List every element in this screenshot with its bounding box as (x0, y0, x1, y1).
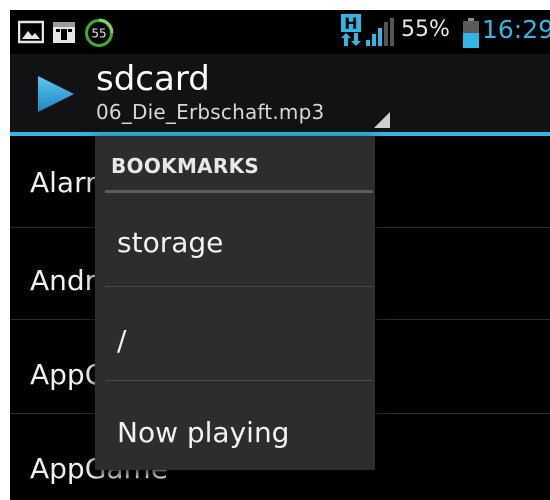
action-bar: sdcard 06_Die_Erbschaft.mp3 (10, 54, 550, 132)
menu-item-now-playing[interactable]: Now playing (95, 382, 375, 474)
menu-item-label: / (117, 324, 127, 357)
timer-badge-text: 55 (91, 27, 106, 41)
menu-item-label: storage (117, 226, 224, 259)
clock: 16:29 (482, 15, 550, 44)
dropdown-triangle-icon[interactable] (374, 112, 390, 132)
action-bar-title[interactable]: sdcard (96, 60, 210, 98)
menu-divider (105, 380, 373, 381)
menu-item-label: Now playing (117, 416, 290, 449)
calendar-icon (52, 20, 76, 48)
picture-icon (17, 20, 45, 48)
timer-55-icon: 55 (84, 18, 114, 52)
menu-divider (105, 286, 373, 287)
bookmarks-menu: BOOKMARKS storage / Now playing (95, 136, 375, 470)
phone-screen: 55 H 55% 16:29 sdcard 06_Die_Erbschaft.m… (10, 10, 550, 500)
menu-item-storage[interactable]: storage (95, 194, 375, 286)
network-badge-text: H (344, 14, 357, 33)
battery-percent: 55% (401, 17, 450, 42)
battery-icon (463, 18, 479, 52)
status-bar: 55 H 55% 16:29 (10, 10, 550, 54)
menu-header-divider (105, 190, 373, 193)
hspa-network-icon: H (340, 14, 364, 52)
menu-header: BOOKMARKS (111, 154, 260, 178)
play-icon[interactable] (36, 74, 76, 118)
signal-strength-icon (366, 18, 396, 52)
action-bar-subtitle[interactable]: 06_Die_Erbschaft.mp3 (96, 100, 324, 124)
menu-item-root[interactable]: / (95, 288, 375, 380)
